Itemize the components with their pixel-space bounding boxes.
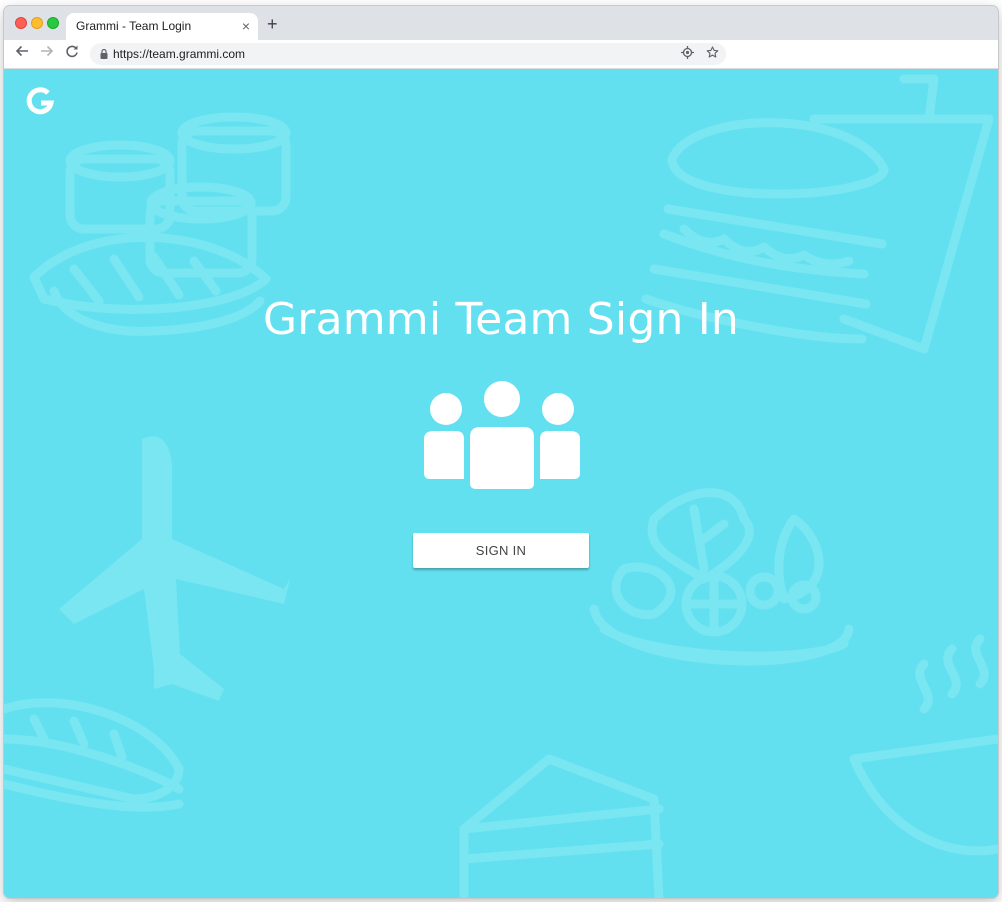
browser-toolbar: https://team.grammi.com	[4, 40, 998, 69]
sandwich-illustration	[4, 698, 184, 812]
tab-title: Grammi - Team Login	[76, 19, 192, 33]
team-icon	[424, 381, 580, 491]
close-window-button[interactable]	[15, 17, 27, 29]
address-bar[interactable]: https://team.grammi.com	[90, 43, 726, 65]
soup-bowl-illustration	[849, 634, 998, 856]
browser-window: Grammi - Team Login × + https://team.gra…	[4, 6, 998, 898]
salad-illustration	[589, 488, 854, 666]
star-icon[interactable]	[704, 46, 720, 62]
airplane-illustration	[59, 436, 290, 701]
location-icon[interactable]	[679, 46, 695, 62]
page-viewport: Grammi Team Sign In SIGN IN	[4, 69, 998, 898]
cake-illustration	[459, 754, 664, 898]
minimize-window-button[interactable]	[31, 17, 43, 29]
arrow-right-icon	[41, 45, 54, 57]
url-text[interactable]: https://team.grammi.com	[113, 47, 245, 61]
forward-button[interactable]	[37, 44, 57, 64]
sign-in-button[interactable]: SIGN IN	[413, 533, 589, 568]
tab-close-icon[interactable]: ×	[242, 18, 250, 34]
tab-active[interactable]: Grammi - Team Login ×	[66, 13, 258, 40]
maximize-window-button[interactable]	[47, 17, 59, 29]
new-tab-button[interactable]: +	[267, 14, 278, 34]
reload-icon	[66, 45, 78, 58]
arrow-left-icon	[15, 45, 28, 57]
page-title: Grammi Team Sign In	[263, 294, 739, 345]
grammi-logo[interactable]	[26, 87, 54, 115]
tab-strip: Grammi - Team Login × +	[4, 6, 998, 40]
lock-icon	[100, 48, 108, 59]
reload-button[interactable]	[62, 44, 82, 64]
back-button[interactable]	[12, 44, 32, 64]
